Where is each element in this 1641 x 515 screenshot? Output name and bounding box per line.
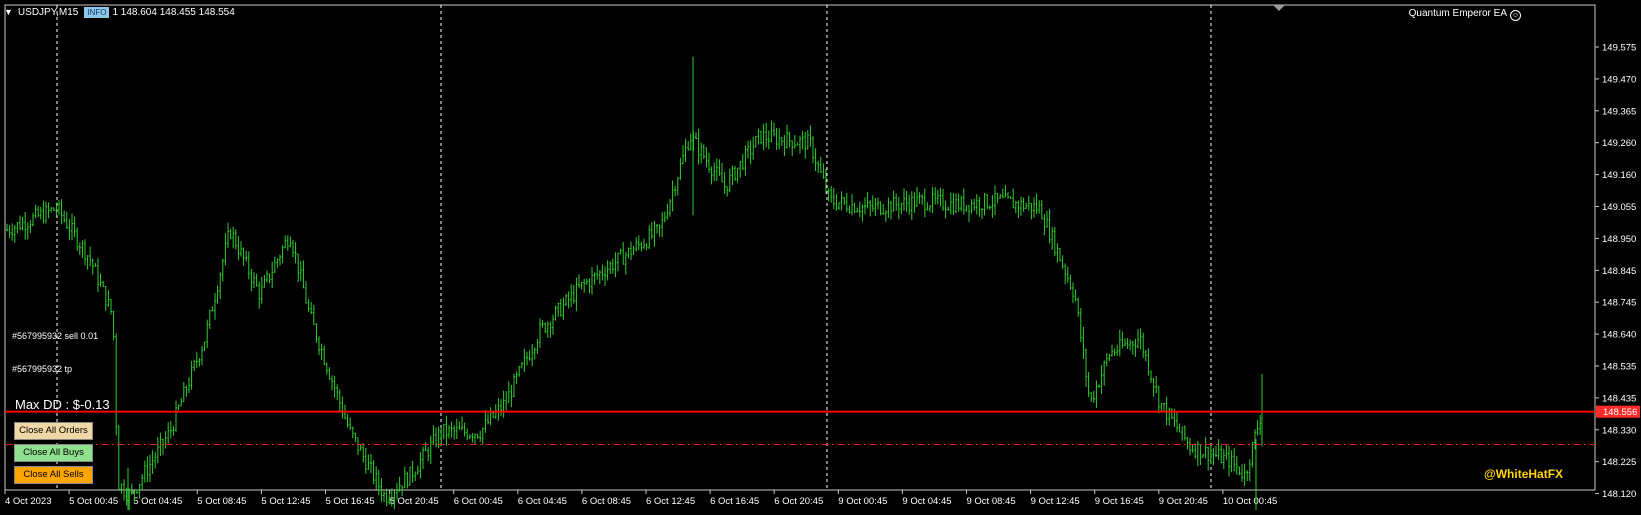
price-tick-label: 149.260 [1602, 138, 1636, 149]
current-price-label: 148.556 [1603, 407, 1637, 418]
chart-title-bar: ▼ USDJPY,M15 INFO 1 148.604 148.455 148.… [4, 4, 235, 20]
close-all-orders-button[interactable]: Close All Orders [14, 422, 93, 440]
price-tick-label: 149.160 [1602, 170, 1636, 181]
max-drawdown-label: Max DD : $-0.13 [15, 397, 110, 412]
time-tick-label: 9 Oct 16:45 [1095, 496, 1144, 507]
price-tick-label: 148.845 [1602, 266, 1636, 277]
symbol-label: USDJPY,M15 [17, 6, 79, 18]
time-tick-label: 6 Oct 04:45 [518, 496, 567, 507]
price-tick-label: 149.470 [1602, 74, 1636, 85]
sell-order-label: #567995932 sell 0.01 [12, 331, 99, 341]
time-tick-label: 10 Oct 00:45 [1223, 496, 1277, 507]
price-tick-label: 148.225 [1602, 457, 1636, 468]
price-tick-label: 149.365 [1602, 106, 1636, 117]
time-tick-label: 5 Oct 12:45 [261, 496, 310, 507]
time-tick-label: 6 Oct 12:45 [646, 496, 695, 507]
time-tick-label: 5 Oct 04:45 [133, 496, 182, 507]
price-tick-label: 148.330 [1602, 425, 1636, 436]
chart-menu-icon[interactable]: ▼ [4, 7, 13, 17]
time-tick-label: 5 Oct 00:45 [69, 496, 118, 507]
time-tick-label: 9 Oct 04:45 [902, 496, 951, 507]
ohlc-values: 1 148.604 148.455 148.554 [112, 6, 235, 18]
smiley-icon: ☺ [1510, 10, 1521, 21]
price-tick-label: 148.745 [1602, 298, 1636, 309]
close-all-buys-button[interactable]: Close All Buys [14, 444, 93, 462]
price-tick-label: 149.055 [1602, 202, 1636, 213]
close-all-sells-button[interactable]: Close All Sells [14, 466, 93, 484]
watermark-label: @WhiteHatFX [1484, 467, 1564, 481]
time-tick-label: 9 Oct 20:45 [1159, 496, 1208, 507]
time-tick-label: 5 Oct 08:45 [197, 496, 246, 507]
time-tick-label: 6 Oct 08:45 [582, 496, 631, 507]
time-tick-label: 9 Oct 08:45 [967, 496, 1016, 507]
take-profit-label: #567995932 tp [12, 364, 73, 374]
time-tick-label: 6 Oct 16:45 [710, 496, 759, 507]
time-tick-label: 4 Oct 2023 [5, 496, 51, 507]
price-tick-label: 148.950 [1602, 234, 1636, 245]
time-tick-label: 5 Oct 16:45 [326, 496, 375, 507]
price-tick-label: 149.575 [1602, 43, 1636, 54]
chart-shift-marker-icon [1273, 5, 1285, 11]
price-tick-label: 148.535 [1602, 362, 1636, 373]
time-tick-label: 9 Oct 12:45 [1031, 496, 1080, 507]
time-tick-label: 6 Oct 00:45 [454, 496, 503, 507]
chart-area[interactable]: 149.575 149.470 149.365 149.260 149.160 149.0… [0, 0, 1641, 515]
price-tick-label: 148.120 [1602, 489, 1636, 500]
expert-name: Quantum Emperor EA [1408, 8, 1507, 19]
price-chart: 149.575 149.470 149.365 149.260 149.160 149.0… [4, 4, 1640, 515]
price-tick-label: 148.640 [1602, 330, 1636, 341]
price-tick-label: 148.435 [1602, 393, 1636, 404]
time-tick-label: 9 Oct 00:45 [838, 496, 887, 507]
time-tick-label: 6 Oct 20:45 [774, 496, 823, 507]
info-badge[interactable]: INFO [84, 6, 110, 18]
expert-advisor-label[interactable]: Quantum Emperor EA ☺ [1409, 8, 1521, 21]
